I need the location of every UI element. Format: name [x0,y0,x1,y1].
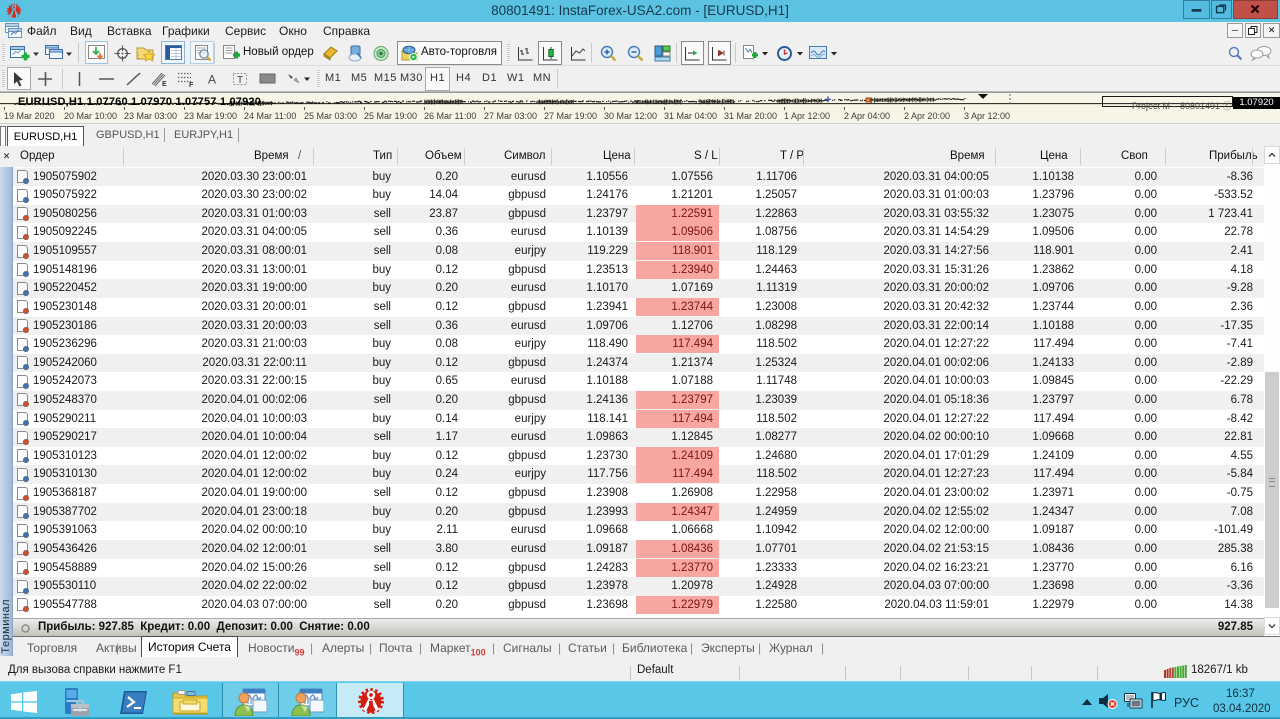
svg-text:T: T [237,75,243,86]
svg-text:A: A [208,73,216,87]
svg-text:E: E [162,81,167,88]
svg-text:F: F [189,82,194,88]
